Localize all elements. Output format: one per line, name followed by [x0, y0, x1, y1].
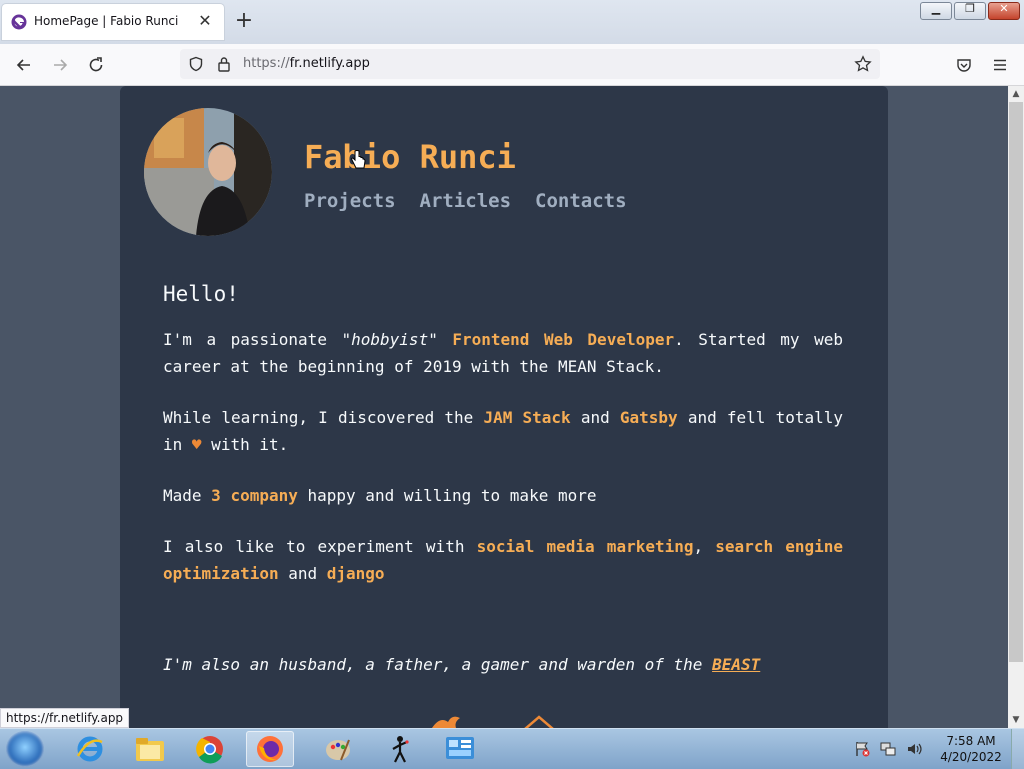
- hand-cursor-icon: [351, 150, 366, 169]
- bird-icon[interactable]: [430, 714, 462, 728]
- hamburger-menu-icon[interactable]: [988, 53, 1012, 77]
- bookmark-star-icon[interactable]: [851, 52, 875, 76]
- intro-paragraph-1: I'm a passionate "hobbyist" Frontend Web…: [163, 330, 843, 376]
- house-icon[interactable]: [522, 714, 556, 728]
- file-explorer-icon[interactable]: [126, 731, 174, 767]
- start-button[interactable]: [6, 731, 44, 767]
- django-highlight: django: [326, 564, 385, 583]
- minimize-button[interactable]: ▁: [920, 2, 952, 20]
- paint-icon[interactable]: [314, 731, 362, 767]
- intro-paragraph-4: I also like to experiment with social me…: [163, 537, 844, 583]
- clock-time: 7:58 AM: [946, 734, 996, 748]
- forward-icon[interactable]: [48, 53, 72, 77]
- restore-button[interactable]: ❐: [954, 2, 986, 20]
- network-icon[interactable]: [879, 740, 897, 758]
- tab-title: HomePage | Fabio Runci: [34, 14, 179, 28]
- reload-icon[interactable]: [84, 53, 108, 77]
- volume-icon[interactable]: [905, 740, 923, 758]
- browser-tab-active[interactable]: HomePage | Fabio Runci ✕: [2, 4, 224, 40]
- chrome-icon[interactable]: [186, 731, 234, 767]
- beast-link[interactable]: BEAST: [712, 655, 760, 674]
- intro-paragraph-5: I'm also an husband, a father, a gamer a…: [163, 655, 761, 674]
- taskbar-clock[interactable]: 7:58 AM 4/20/2022: [931, 733, 1011, 765]
- pocket-icon[interactable]: [952, 53, 976, 77]
- frontend-dev-highlight: Frontend Web Developer: [452, 330, 675, 349]
- content-card: Fabio Runci Projects Articles Contacts H…: [120, 86, 888, 728]
- site-navigation: Projects Articles Contacts: [304, 190, 627, 212]
- firefox-icon[interactable]: [246, 731, 294, 767]
- tracking-shield-icon[interactable]: [184, 52, 208, 76]
- lock-icon[interactable]: [212, 52, 236, 76]
- scrollbar-thumb[interactable]: [1009, 102, 1023, 662]
- action-center-flag-icon[interactable]: [853, 740, 871, 758]
- nav-link-projects[interactable]: Projects: [304, 190, 396, 212]
- system-tray: 7:58 AM 4/20/2022: [853, 729, 1024, 769]
- smm-highlight: social media marketing: [476, 537, 694, 556]
- close-window-button[interactable]: ✕: [988, 2, 1020, 20]
- heart-icon: ♥: [191, 435, 202, 454]
- intro-paragraph-2: While learning, I discovered the JAM Sta…: [163, 408, 843, 454]
- gatsby-favicon-icon: [11, 14, 27, 30]
- site-title-link[interactable]: Fabio Runci: [304, 138, 516, 176]
- back-icon[interactable]: [12, 53, 36, 77]
- address-bar[interactable]: https://fr.netlify.app: [180, 49, 880, 79]
- internet-explorer-icon[interactable]: [66, 731, 114, 767]
- company-count-highlight: 3 company: [211, 486, 298, 505]
- url-host: fr.netlify.app: [289, 56, 370, 71]
- show-desktop-button[interactable]: [1011, 729, 1024, 769]
- clock-date: 4/20/2022: [940, 750, 1002, 764]
- tab-close-icon[interactable]: ✕: [194, 10, 216, 32]
- profile-avatar: [144, 108, 272, 236]
- url-text: https://fr.netlify.app: [243, 56, 370, 71]
- scroll-up-icon[interactable]: ▲: [1008, 86, 1024, 102]
- vertical-scrollbar[interactable]: ▲ ▼: [1008, 86, 1024, 728]
- nav-link-articles[interactable]: Articles: [420, 190, 512, 212]
- intro-section: Hello! I'm a passionate "hobbyist" Front…: [163, 282, 843, 702]
- windows-taskbar: 7:58 AM 4/20/2022: [0, 728, 1024, 769]
- scroll-down-icon[interactable]: ▼: [1008, 712, 1024, 728]
- browser-tab-strip: HomePage | Fabio Runci ✕ + ▁ ❐ ✕: [0, 0, 1024, 44]
- nav-link-contacts[interactable]: Contacts: [535, 190, 627, 212]
- link-status-tooltip: https://fr.netlify.app: [0, 708, 130, 728]
- url-protocol: https://: [243, 56, 290, 71]
- jam-stack-highlight: JAM Stack: [483, 408, 571, 427]
- control-panel-icon[interactable]: [436, 731, 484, 767]
- page-viewport: Fabio Runci Projects Articles Contacts H…: [0, 86, 1008, 728]
- new-tab-button[interactable]: +: [232, 9, 256, 33]
- stick-figure-app-icon[interactable]: [376, 731, 424, 767]
- social-icons-row: [430, 714, 556, 728]
- browser-toolbar: https://fr.netlify.app: [0, 44, 1024, 86]
- intro-paragraph-3: Made 3 company happy and willing to make…: [163, 486, 597, 505]
- gatsby-highlight: Gatsby: [619, 408, 678, 427]
- window-controls: ▁ ❐ ✕: [920, 2, 1020, 20]
- greeting-heading: Hello!: [163, 282, 239, 306]
